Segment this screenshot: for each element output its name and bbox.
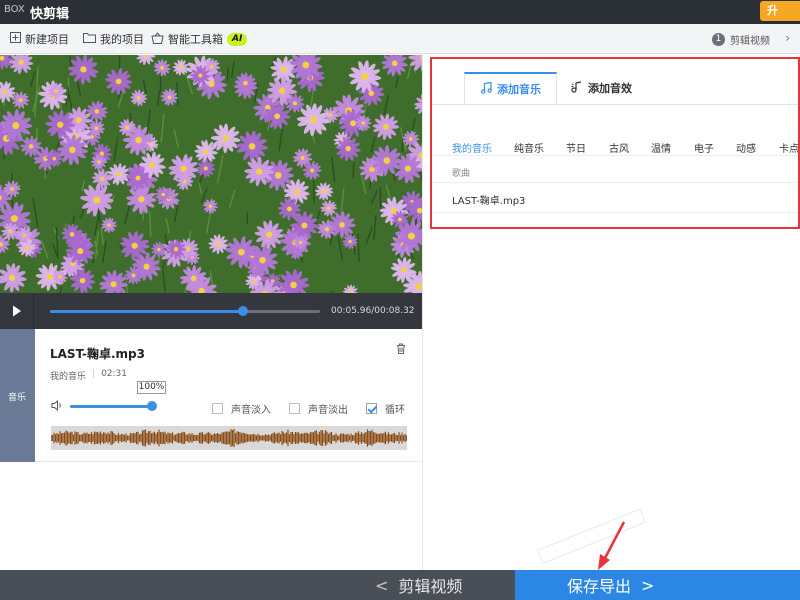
upgrade-button[interactable]: 升 [760, 1, 800, 21]
back-to-edit-button[interactable]: < 剪辑视频 [375, 570, 515, 600]
loop-label: 循环 [385, 405, 405, 416]
chevron-right-icon[interactable]: › [785, 31, 790, 45]
audio-waveform[interactable] [50, 426, 408, 450]
fade-in-checkbox[interactable]: 声音淡入 [212, 401, 271, 416]
meta-separator: | [92, 369, 96, 379]
volume-slider[interactable] [70, 401, 157, 411]
play-button[interactable] [0, 293, 34, 329]
fade-in-label: 声音淡入 [231, 405, 271, 416]
video-preview [0, 55, 422, 293]
volume-icon [51, 399, 63, 414]
track-meta: 我的音乐 | 02:31 [50, 369, 127, 382]
ai-badge: AI [227, 32, 248, 46]
timecode: 00:05.96/00:08.32 [331, 306, 415, 316]
chevron-right-icon: > [641, 575, 655, 595]
toolbar: 新建项目 我的项目 智能工具箱 AI 1 剪辑视频 › [0, 24, 800, 54]
my-projects-label: 我的项目 [100, 33, 144, 46]
side-tab-label: 音乐 [8, 393, 27, 403]
play-icon [13, 305, 21, 317]
trash-icon[interactable] [396, 343, 406, 357]
my-projects-button[interactable]: 我的项目 [83, 31, 144, 47]
new-project-label: 新建项目 [25, 33, 69, 46]
track-name: LAST-鞠卓.mp3 [50, 347, 145, 361]
fade-out-checkbox[interactable]: 声音淡出 [289, 401, 348, 416]
fade-out-label: 声音淡出 [308, 405, 348, 416]
side-tab-music[interactable]: 音乐 [0, 329, 35, 462]
bottom-bar: < 剪辑视频 保存导出 > [0, 570, 800, 600]
smart-toolbox-button[interactable]: 智能工具箱 AI [151, 31, 248, 47]
playback-progress[interactable] [50, 306, 320, 316]
player-controls: 00:05.96/00:08.32 [0, 293, 422, 329]
plus-square-icon [10, 32, 21, 46]
smart-toolbox-label: 智能工具箱 [168, 33, 223, 46]
app-logo: BOX [4, 4, 25, 15]
step-indicator: 1 剪辑视频 [712, 32, 770, 47]
waveform-graphic [50, 428, 408, 448]
playback-progress-handle[interactable] [238, 306, 249, 316]
save-export-label: 保存导出 [567, 577, 632, 596]
annotation-arrow [598, 521, 626, 570]
new-project-button[interactable]: 新建项目 [10, 31, 69, 47]
chevron-left-icon: < [375, 575, 389, 595]
loop-checkbox-box[interactable] [366, 403, 377, 414]
title-bar: BOX 快剪辑 升 [0, 0, 800, 24]
loop-checkbox[interactable]: 循环 [366, 401, 405, 416]
folder-icon [83, 32, 96, 46]
track-source: 我的音乐 [50, 372, 87, 382]
step-number: 1 [712, 33, 725, 46]
volume-slider-fill [70, 405, 152, 408]
volume-tooltip: 100% [137, 381, 166, 394]
track-duration: 02:31 [101, 369, 127, 379]
fade-out-checkbox-box[interactable] [289, 403, 300, 414]
music-track-panel: 音乐 LAST-鞠卓.mp3 我的音乐 | 02:31 100% 声音淡入 声音… [0, 329, 422, 462]
highlight-box [430, 57, 800, 229]
back-to-edit-label: 剪辑视频 [398, 577, 463, 596]
save-export-button[interactable]: 保存导出 > [515, 570, 800, 600]
volume-slider-handle[interactable] [147, 401, 157, 411]
left-empty-area [0, 462, 422, 570]
flower-image [0, 55, 422, 293]
step-label: 剪辑视频 [730, 36, 770, 47]
fade-in-checkbox-box[interactable] [212, 403, 223, 414]
toolbox-icon [151, 31, 164, 47]
playback-progress-fill [50, 310, 244, 313]
app-title: 快剪辑 [30, 7, 70, 22]
